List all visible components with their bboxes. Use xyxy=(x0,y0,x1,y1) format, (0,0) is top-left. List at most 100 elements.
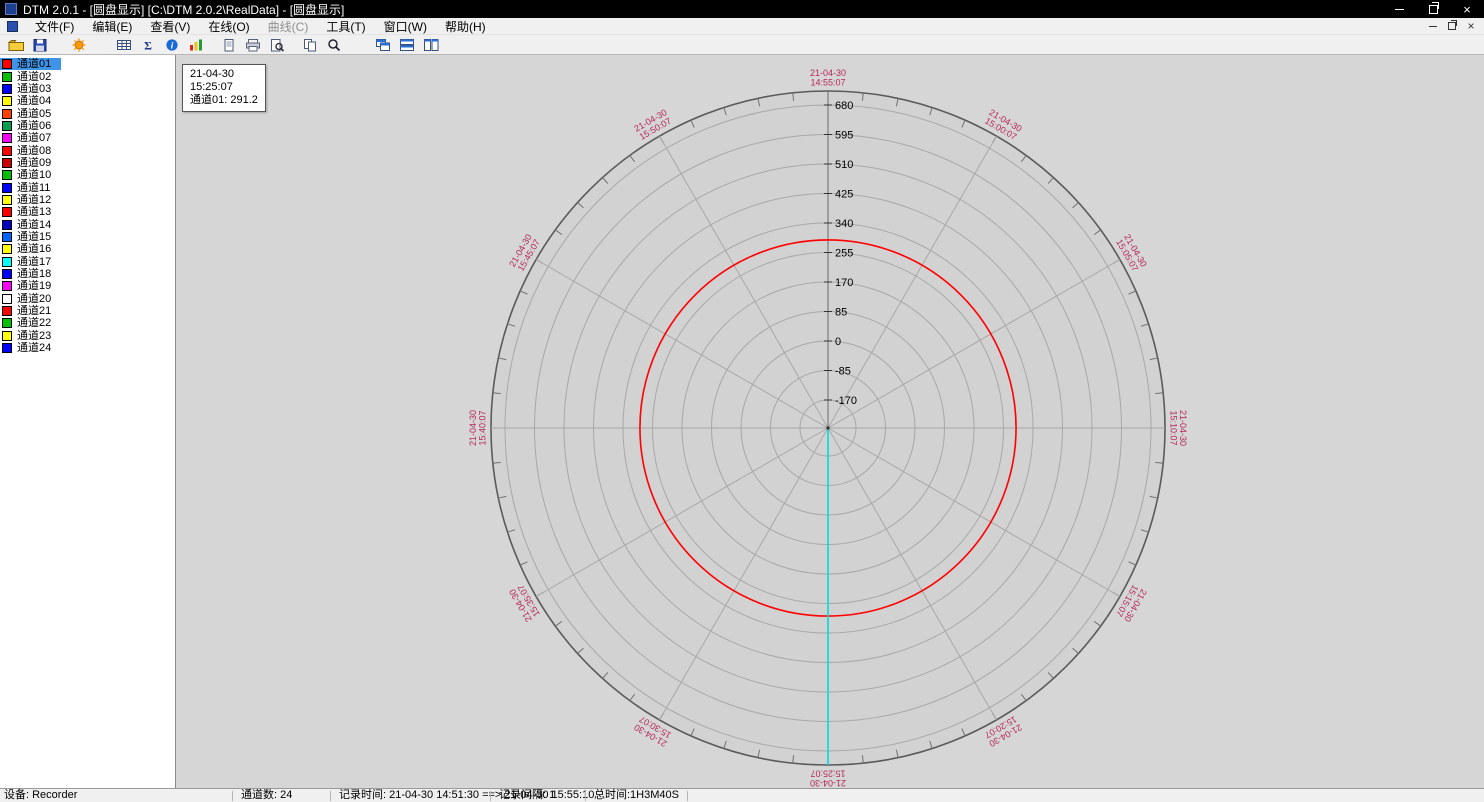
svg-text:680: 680 xyxy=(835,100,853,112)
zoom-button[interactable] xyxy=(323,36,345,54)
menu-file[interactable]: 文件(F) xyxy=(26,17,83,36)
data-table-button[interactable] xyxy=(113,36,135,54)
channel-label: 通道11 xyxy=(17,182,50,194)
copy-button[interactable] xyxy=(299,36,321,54)
channel-label: 通道09 xyxy=(17,157,51,169)
svg-text:425: 425 xyxy=(835,189,853,201)
chart-panel: 680595510425340255170850-85-17021-04-301… xyxy=(176,55,1484,788)
mdi-window-controls: × xyxy=(1423,19,1480,33)
channel-color-swatch xyxy=(2,195,12,205)
document-system-icon[interactable] xyxy=(7,21,18,32)
settings-button[interactable] xyxy=(68,36,90,54)
statistics-button[interactable]: Σ xyxy=(137,36,159,54)
info-icon: i xyxy=(164,38,180,52)
channel-item-通道11[interactable]: 通道11 xyxy=(0,181,60,193)
channel-label: 通道20 xyxy=(17,293,51,305)
channel-item-通道22[interactable]: 通道22 xyxy=(0,317,61,329)
tooltip-value: 通道01: 291.2 xyxy=(190,94,258,107)
open-button[interactable] xyxy=(5,36,27,54)
channel-item-通道14[interactable]: 通道14 xyxy=(0,218,61,230)
svg-text:340: 340 xyxy=(835,218,853,230)
channel-label: 通道15 xyxy=(17,231,51,243)
channel-item-通道06[interactable]: 通道06 xyxy=(0,120,61,132)
channel-item-通道19[interactable]: 通道19 xyxy=(0,280,61,292)
svg-text:255: 255 xyxy=(835,248,853,260)
status-divider xyxy=(232,791,233,801)
title-bar: DTM 2.0.1 - [圆盘显示] [C:\DTM 2.0.2\RealDat… xyxy=(0,0,1484,18)
status-divider xyxy=(687,791,688,801)
channel-item-通道08[interactable]: 通道08 xyxy=(0,144,61,156)
mdi-close-button[interactable]: × xyxy=(1462,19,1480,33)
cascade-windows-button[interactable] xyxy=(372,36,394,54)
channel-item-通道02[interactable]: 通道02 xyxy=(0,70,61,82)
channel-item-通道03[interactable]: 通道03 xyxy=(0,83,61,95)
print-preview-button[interactable] xyxy=(266,36,288,54)
menu-bar: 文件(F) 编辑(E) 查看(V) 在线(O) 曲线(C) 工具(T) 窗口(W… xyxy=(0,18,1484,35)
channel-color-swatch xyxy=(2,59,12,69)
channel-item-通道05[interactable]: 通道05 xyxy=(0,107,61,119)
status-channel-count: 通道数: 24 xyxy=(241,789,292,802)
menu-help[interactable]: 帮助(H) xyxy=(436,17,495,36)
toolbar: Σi xyxy=(0,35,1484,55)
channel-color-swatch xyxy=(2,96,12,106)
circular-chart: 680595510425340255170850-85-17021-04-301… xyxy=(176,55,1484,788)
channel-item-通道07[interactable]: 通道07 xyxy=(0,132,61,144)
channel-item-通道12[interactable]: 通道12 xyxy=(0,194,61,206)
menu-edit[interactable]: 编辑(E) xyxy=(83,17,141,36)
copy-page-button[interactable] xyxy=(218,36,240,54)
tooltip-time: 15:25:07 xyxy=(190,81,258,94)
channel-color-swatch xyxy=(2,232,12,242)
channel-color-swatch xyxy=(2,84,12,94)
channel-color-swatch xyxy=(2,281,12,291)
print-preview-icon xyxy=(269,38,285,52)
menu-window[interactable]: 窗口(W) xyxy=(375,17,436,36)
restore-icon xyxy=(1429,5,1438,14)
channel-colors-icon xyxy=(188,38,204,52)
menu-tools[interactable]: 工具(T) xyxy=(317,17,374,36)
channel-label: 通道23 xyxy=(17,330,51,342)
channel-color-swatch xyxy=(2,109,12,119)
restore-button[interactable] xyxy=(1416,0,1450,18)
channel-color-swatch xyxy=(2,343,12,353)
mdi-restore-button[interactable] xyxy=(1443,19,1461,33)
tile-vertical-button[interactable] xyxy=(420,36,442,54)
menu-curve: 曲线(C) xyxy=(259,17,318,36)
save-button[interactable] xyxy=(29,36,51,54)
channel-item-通道01[interactable]: 通道01 xyxy=(0,58,61,70)
channel-item-通道16[interactable]: 通道16 xyxy=(0,243,61,255)
svg-text:14:55:07: 14:55:07 xyxy=(810,78,845,88)
channel-label: 通道19 xyxy=(17,280,51,292)
channel-item-通道20[interactable]: 通道20 xyxy=(0,293,61,305)
channel-color-swatch xyxy=(2,331,12,341)
channel-colors-button[interactable] xyxy=(185,36,207,54)
print-button[interactable] xyxy=(242,36,264,54)
status-record-time: 记录时间: 21-04-30 14:51:30 ==> 21-04-30 15:… xyxy=(339,789,594,802)
channel-item-通道10[interactable]: 通道10 xyxy=(0,169,61,181)
close-button[interactable]: × xyxy=(1450,0,1484,18)
svg-text:85: 85 xyxy=(835,307,847,319)
channel-item-通道04[interactable]: 通道04 xyxy=(0,95,61,107)
cascade-windows-icon xyxy=(375,38,392,52)
channel-item-通道09[interactable]: 通道09 xyxy=(0,157,61,169)
tooltip-date: 21-04-30 xyxy=(190,68,258,81)
tile-horizontal-button[interactable] xyxy=(396,36,418,54)
svg-text:15:25:07: 15:25:07 xyxy=(810,769,845,779)
channel-label: 通道18 xyxy=(17,268,51,280)
channel-item-通道17[interactable]: 通道17 xyxy=(0,256,61,268)
channel-item-通道23[interactable]: 通道23 xyxy=(0,330,61,342)
channel-item-通道21[interactable]: 通道21 xyxy=(0,305,61,317)
mdi-minimize-button[interactable] xyxy=(1424,19,1442,33)
channel-label: 通道22 xyxy=(17,317,51,329)
menu-online[interactable]: 在线(O) xyxy=(199,17,258,36)
channel-item-通道13[interactable]: 通道13 xyxy=(0,206,61,218)
copy-icon xyxy=(302,38,318,52)
channel-item-通道24[interactable]: 通道24 xyxy=(0,342,61,354)
data-table-icon xyxy=(116,38,132,52)
minimize-button[interactable] xyxy=(1382,0,1416,18)
info-button[interactable]: i xyxy=(161,36,183,54)
channel-label: 通道07 xyxy=(17,132,51,144)
minimize-icon xyxy=(1395,9,1404,10)
channel-item-通道15[interactable]: 通道15 xyxy=(0,231,61,243)
channel-item-通道18[interactable]: 通道18 xyxy=(0,268,61,280)
menu-view[interactable]: 查看(V) xyxy=(141,17,199,36)
